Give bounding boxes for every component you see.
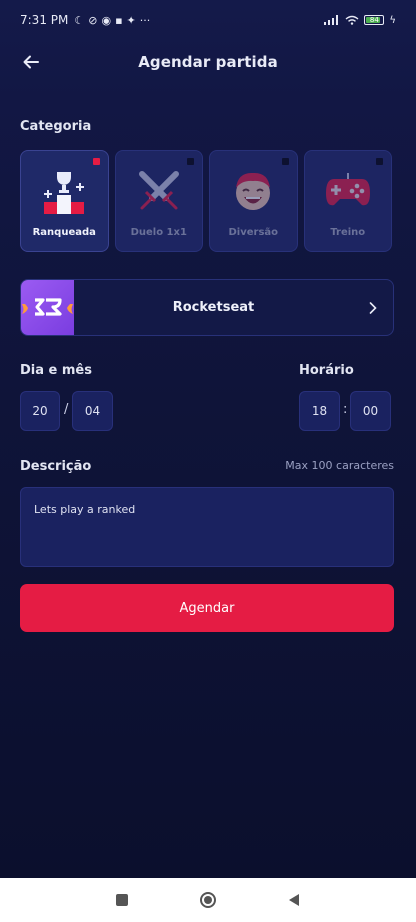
recents-button[interactable] xyxy=(110,888,134,912)
arrow-left-icon xyxy=(23,55,39,69)
schedule-button[interactable]: Agendar xyxy=(20,584,394,632)
square-icon xyxy=(116,894,128,906)
game-name: Rocketseat xyxy=(172,300,255,315)
status-time: 7:31 PM xyxy=(20,13,69,27)
category-check xyxy=(281,158,289,165)
status-bar: 7:31 PM ☾ ⊘ ◉ ▪ ✦ ··· 84 ϟ xyxy=(0,0,416,40)
category-check xyxy=(376,158,383,165)
crossed-swords-icon xyxy=(133,165,185,217)
page-title: Agendar partida xyxy=(138,53,278,71)
status-notification-icons: ☾ ⊘ ◉ ▪ ✦ ··· xyxy=(74,14,150,27)
date-separator: / xyxy=(64,402,69,417)
date-label: Dia e mês xyxy=(20,363,92,378)
time-label: Horário xyxy=(299,363,354,378)
home-button[interactable] xyxy=(196,888,220,912)
category-diversao[interactable]: Diversão xyxy=(209,150,298,252)
category-treino[interactable]: Treino xyxy=(303,150,392,252)
category-list: Ranqueada Duelo 1x1 Diversão Treino xyxy=(20,150,392,252)
triangle-back-icon xyxy=(289,894,299,906)
circle-icon xyxy=(200,892,216,908)
screen: 7:31 PM ☾ ⊘ ◉ ▪ ✦ ··· 84 ϟ Agendar parti… xyxy=(0,0,416,878)
back-button[interactable] xyxy=(18,50,44,74)
gamepad-icon xyxy=(322,165,374,217)
message-icon: ▪ xyxy=(115,13,123,27)
game-selector[interactable]: Rocketseat xyxy=(20,279,394,336)
header: Agendar partida xyxy=(0,40,416,84)
more-icon: ··· xyxy=(139,13,151,27)
battery-icon: 84 xyxy=(364,15,385,25)
category-duelo[interactable]: Duelo 1x1 xyxy=(114,150,203,252)
wifi-icon xyxy=(345,15,359,25)
category-check xyxy=(187,158,194,165)
signal-icon xyxy=(324,15,339,25)
category-label-text: Ranqueada xyxy=(32,227,96,238)
category-ranqueada[interactable]: Ranqueada xyxy=(20,150,109,252)
category-label-text: Diversão xyxy=(228,227,279,238)
chevron-right-icon xyxy=(353,301,393,314)
month-input[interactable]: 04 xyxy=(72,391,113,431)
charging-icon: ϟ xyxy=(389,14,396,26)
app-icon: ◉ xyxy=(101,13,112,27)
category-label-text: Treino xyxy=(330,227,366,238)
description-input[interactable]: Lets play a ranked xyxy=(20,487,394,567)
trophy-podium-icon xyxy=(38,165,90,217)
category-label: Categoria xyxy=(20,119,92,134)
time-separator: : xyxy=(343,402,348,417)
category-check xyxy=(92,158,100,165)
rocketseat-logo xyxy=(21,280,74,335)
hour-input[interactable]: 18 xyxy=(299,391,340,431)
description-hint: Max 100 caracteres xyxy=(285,459,394,472)
moon-icon: ☾ xyxy=(74,13,85,27)
description-label: Descrição xyxy=(20,459,92,474)
day-input[interactable]: 20 xyxy=(20,391,60,431)
navigation-bar xyxy=(0,878,416,922)
status-system-icons: 84 ϟ xyxy=(324,15,396,26)
sparkle-icon: ✦ xyxy=(126,13,136,27)
category-label-text: Duelo 1x1 xyxy=(130,227,187,238)
minute-input[interactable]: 00 xyxy=(350,391,391,431)
battery-level: 84 xyxy=(369,16,379,24)
mute-icon: ⊘ xyxy=(88,13,98,27)
back-nav-button[interactable] xyxy=(282,888,306,912)
laughing-face-icon xyxy=(227,165,279,217)
